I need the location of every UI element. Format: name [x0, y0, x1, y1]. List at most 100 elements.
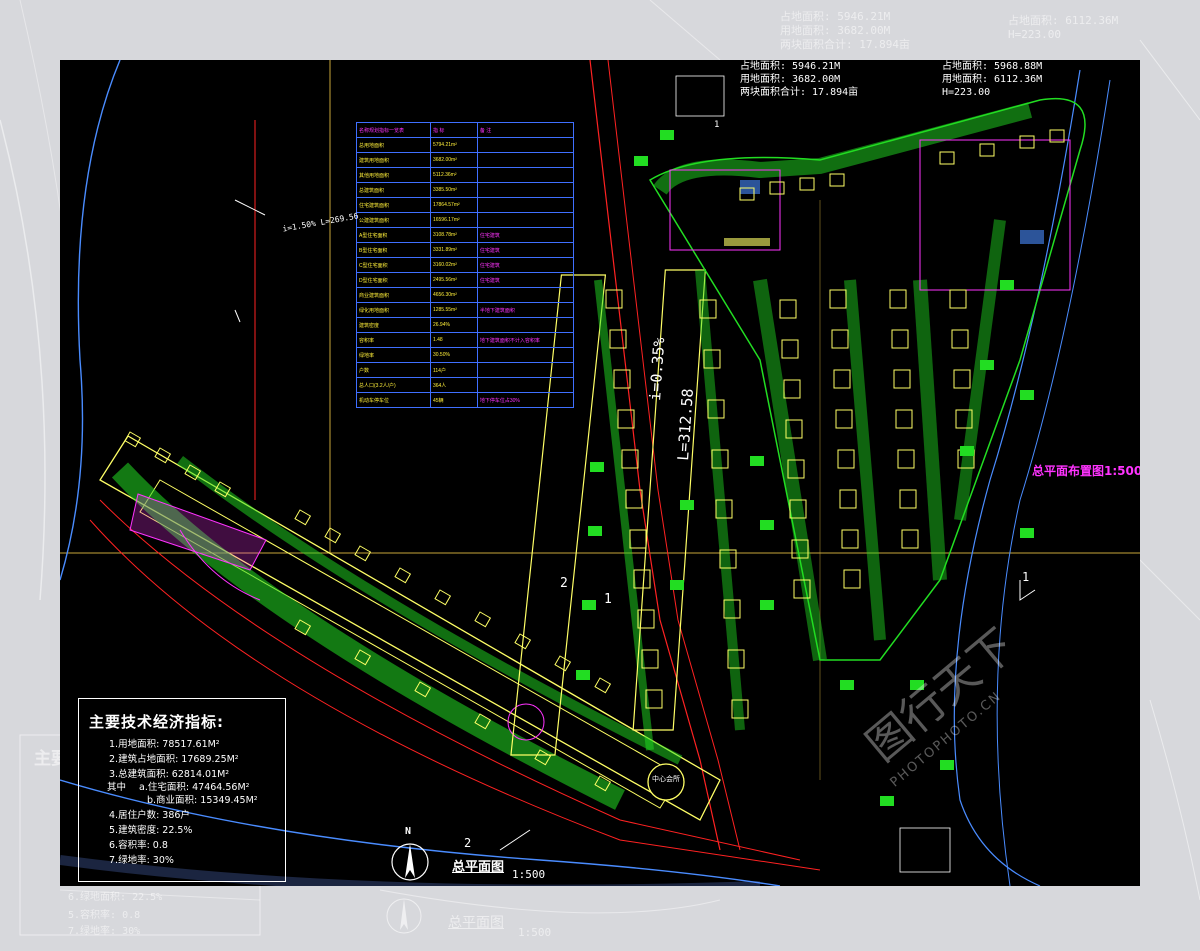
table-cell-name: 建筑密度	[356, 317, 431, 333]
statistics-table: 名称规划指标一览表 指 标 备 注 总用地面积 5794.21m² 建筑用地面积 36…	[356, 122, 575, 408]
table-cell-note: 半地下建筑面积	[476, 302, 575, 318]
cad-site-plan: 名称规划指标一览表 指 标 备 注 总用地面积 5794.21m² 建筑用地面积 36…	[60, 60, 1140, 886]
table-cell-value: 3385.50m²	[429, 182, 478, 198]
table-cell-name: 户数	[356, 362, 431, 378]
tech-index-item: 7.绿地率: 30%	[109, 855, 174, 866]
table-row: 公建建筑面积 16596.17m²	[356, 212, 575, 228]
area-note: 占地面积: 5946.21M	[740, 61, 841, 72]
table-cell-name: 住宅建筑面积	[356, 197, 431, 213]
table-row: 建筑密度 26.94%	[356, 317, 575, 333]
ghost-plan-title: 总平面图	[448, 915, 504, 931]
table-cell-value: 3331.89m²	[429, 242, 478, 258]
table-cell-note	[476, 212, 575, 228]
table-row: 绿地率 30.50%	[356, 347, 575, 363]
table-cell-name: D型住宅面积	[356, 272, 431, 288]
table-row: 住宅建筑面积 17864.57m²	[356, 197, 575, 213]
table-cell-note: 住宅建筑	[476, 227, 575, 243]
table-row: 总人口(3.2人/户) 364人	[356, 377, 575, 393]
table-cell-note	[476, 362, 575, 378]
table-cell-note: 住宅建筑	[476, 272, 575, 288]
table-cell-name: 绿化用地面积	[356, 302, 431, 318]
tech-index-box: 主要技术经济指标: 1.用地面积: 78517.61M² 2.建筑占地面积: 1…	[78, 698, 286, 882]
table-cell-value: 26.94%	[429, 317, 478, 333]
tech-index-sub: 其中 a.住宅面积: 47464.56M²	[107, 782, 285, 794]
table-cell-value: 3160.02m²	[429, 257, 478, 273]
table-cell-note	[476, 317, 575, 333]
table-cell-value: 5794.21m²	[429, 137, 478, 153]
table-cell-note	[476, 347, 575, 363]
table-cell-note: 住宅建筑	[476, 242, 575, 258]
table-cell-name: 容积率	[356, 332, 431, 348]
ghost-index-6: 6.绿地面积: 22.5%	[68, 892, 163, 903]
area-note: 用地面积: 3682.00M	[740, 74, 841, 85]
table-cell-note	[476, 377, 575, 393]
table-cell-value: 17864.57m²	[429, 197, 478, 213]
tech-index-sub-prefix: 其中	[107, 782, 127, 793]
table-cell-value: 3108.78m²	[429, 227, 478, 243]
table-cell-value: 2495.56m²	[429, 272, 478, 288]
table-row: C型住宅面积 3160.02m² 住宅建筑	[356, 257, 575, 273]
area-note: 用地面积: 6112.36M	[942, 74, 1043, 85]
table-row: B型住宅面积 3331.89m² 住宅建筑	[356, 242, 575, 258]
table-cell-value: 114户	[429, 362, 478, 378]
area-note: 两块面积合计: 17.894亩	[740, 87, 859, 98]
table-cell-value: 3682.00m²	[429, 152, 478, 168]
section-marker-1: 1	[604, 592, 612, 607]
table-cell-note: 地下建筑面积不计入容积率	[476, 332, 575, 348]
table-header-note: 备 注	[476, 122, 575, 138]
ghost-index-5: 5.容积率: 0.8	[68, 910, 141, 921]
table-row: 绿化用地面积 1285.55m² 半地下建筑面积	[356, 302, 575, 318]
ghost-north-icon	[386, 898, 422, 934]
table-cell-value: 364人	[429, 377, 478, 393]
table-cell-name: 公建建筑面积	[356, 212, 431, 228]
table-row: 户数 114户	[356, 362, 575, 378]
tech-index-item: 4.居住户数: 386户	[109, 810, 190, 821]
ghost-plan-scale: 1:500	[518, 926, 552, 939]
table-row: 容积率 1.48 地下建筑面积不计入容积率	[356, 332, 575, 348]
ghost-area-4: 占地面积: 6112.36M	[1008, 14, 1119, 27]
area-notes-right: 占地面积: 5968.88M 用地面积: 6112.36M H=223.00	[942, 60, 1042, 99]
table-cell-note	[476, 182, 575, 198]
table-cell-note	[476, 287, 575, 303]
table-cell-name: 商业建筑面积	[356, 287, 431, 303]
table-cell-name: C型住宅面积	[356, 257, 431, 273]
table-cell-value: 1.48	[429, 332, 478, 348]
area-note: 占地面积: 5968.88M	[942, 61, 1043, 72]
table-row: 总建筑面积 3385.50m²	[356, 182, 575, 198]
plan-scale: 1:500	[512, 868, 546, 881]
table-cell-value: 45辆	[429, 392, 478, 408]
table-cell-name: B型住宅面积	[356, 242, 431, 258]
tech-index-item: 6.容积率: 0.8	[109, 840, 168, 851]
table-cell-note	[476, 167, 575, 183]
table-row: 建筑用地面积 3682.00m²	[356, 152, 575, 168]
table-cell-name: 总用地面积	[356, 137, 431, 153]
table-row: A型住宅面积 3108.78m² 住宅建筑	[356, 227, 575, 243]
table-cell-name: 总人口(3.2人/户)	[356, 377, 431, 393]
table-row: 机动车停车位 45辆 地下停车位占30%	[356, 392, 575, 408]
table-row: 商业建筑面积 4656.30m²	[356, 287, 575, 303]
table-cell-name: A型住宅面积	[356, 227, 431, 243]
table-cell-note: 住宅建筑	[476, 257, 575, 273]
table-header-name: 名称规划指标一览表	[356, 122, 431, 138]
area-notes-left: 占地面积: 5946.21M 用地面积: 3682.00M 两块面积合计: 17…	[740, 60, 858, 99]
area-note: H=223.00	[942, 87, 991, 98]
table-cell-value: 1285.55m²	[429, 302, 478, 318]
table-row: 其他用地面积 5112.36m²	[356, 167, 575, 183]
table-header-value: 指 标	[429, 122, 478, 138]
table-row: D型住宅面积 2495.56m² 住宅建筑	[356, 272, 575, 288]
tech-index-sub-a: a.住宅面积: 47464.56M²	[139, 782, 250, 793]
north-label: N	[405, 826, 412, 837]
tech-index-item: 3.总建筑面积: 62814.01M²	[109, 769, 230, 780]
table-cell-name: 机动车停车位	[356, 392, 431, 408]
tech-index-item: 1.用地面积: 78517.61M²	[109, 739, 220, 750]
table-cell-value: 5112.36m²	[429, 167, 478, 183]
table-row: 总用地面积 5794.21m²	[356, 137, 575, 153]
section-marker-2: 2	[560, 576, 568, 591]
section-marker-1: 1	[1022, 570, 1030, 584]
section-marker-1: 1	[714, 120, 720, 130]
table-cell-name: 建筑用地面积	[356, 152, 431, 168]
table-cell-note	[476, 137, 575, 153]
table-cell-note	[476, 152, 575, 168]
table-cell-name: 总建筑面积	[356, 182, 431, 198]
tech-index-item: 2.建筑占地面积: 17689.25M²	[109, 754, 239, 765]
